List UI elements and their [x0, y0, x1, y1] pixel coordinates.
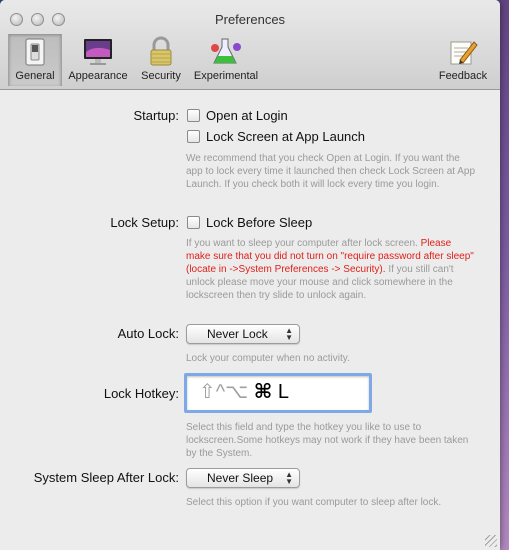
lock-icon [144, 36, 178, 68]
tab-feedback[interactable]: Feedback [434, 34, 492, 86]
lock-setup-hint-prefix: If you want to sleep your computer after… [186, 238, 418, 249]
auto-lock-hint: Lock your computer when no activity. [186, 353, 350, 364]
tab-appearance[interactable]: Appearance [66, 34, 130, 86]
checkbox-box[interactable] [187, 130, 200, 143]
resize-handle[interactable] [485, 535, 497, 547]
tab-security[interactable]: Security [136, 34, 186, 86]
hotkey-field[interactable]: ⇧^⌥ ⌘ L [184, 373, 372, 413]
tab-appearance-label: Appearance [68, 70, 128, 82]
checkbox-box[interactable] [187, 216, 200, 229]
auto-lock-value: Never Lock [207, 327, 268, 341]
flask-icon [209, 36, 243, 68]
toolbar: General Appearance Security Experimental… [8, 34, 492, 86]
auto-lock-popup[interactable]: Never Lock ▲ ▼ [186, 324, 300, 344]
sleep-after-lock-popup[interactable]: Never Sleep ▲ ▼ [186, 468, 300, 488]
hotkey-hint: Select this field and type the hotkey yo… [186, 422, 469, 459]
sleep-after-lock-value: Never Sleep [207, 471, 274, 485]
tab-experimental[interactable]: Experimental [190, 34, 262, 86]
startup-label: Startup: [133, 108, 179, 123]
hotkey-letter: L [277, 381, 290, 403]
checkbox-box[interactable] [187, 109, 200, 122]
window-title: Preferences [214, 12, 286, 27]
sleep-after-lock-label: System Sleep After Lock: [33, 470, 179, 485]
lock-at-launch-checkbox[interactable]: Lock Screen at App Launch [187, 129, 365, 144]
tab-security-label: Security [141, 70, 181, 82]
switch-icon [18, 36, 52, 68]
monitor-icon [81, 36, 115, 68]
lock-setup-label: Lock Setup: [110, 215, 179, 230]
open-at-login-label: Open at Login [206, 108, 288, 123]
lock-before-sleep-checkbox[interactable]: Lock Before Sleep [187, 215, 312, 230]
titlebar: Preferences General Appearance Security … [0, 0, 500, 90]
startup-hint: We recommend that you check Open at Logi… [186, 153, 476, 190]
auto-lock-label: Auto Lock: [117, 326, 179, 341]
lock-before-sleep-label: Lock Before Sleep [206, 215, 313, 230]
general-pane: Startup: Open at Login Lock Screen at Ap… [0, 91, 500, 550]
popup-arrows-icon: ▲ ▼ [285, 326, 293, 342]
lock-at-launch-label: Lock Screen at App Launch [206, 129, 366, 144]
sleep-after-lock-hint: Select this option if you want computer … [186, 497, 442, 508]
tab-feedback-label: Feedback [438, 70, 488, 82]
lock-setup-hint: If you want to sleep your computer after… [186, 237, 478, 302]
open-at-login-checkbox[interactable]: Open at Login [187, 108, 288, 123]
hotkey-command: ⌘ [253, 381, 273, 403]
popup-arrows-icon: ▲ ▼ [285, 470, 293, 486]
hotkey-label: Lock Hotkey: [103, 386, 179, 401]
pencil-note-icon [446, 36, 480, 68]
preferences-window: Preferences General Appearance Security … [0, 0, 500, 550]
tab-experimental-label: Experimental [193, 70, 259, 82]
hotkey-modifiers-inactive: ⇧^⌥ [199, 381, 249, 403]
tab-general[interactable]: General [8, 34, 62, 86]
tab-general-label: General [15, 70, 55, 82]
